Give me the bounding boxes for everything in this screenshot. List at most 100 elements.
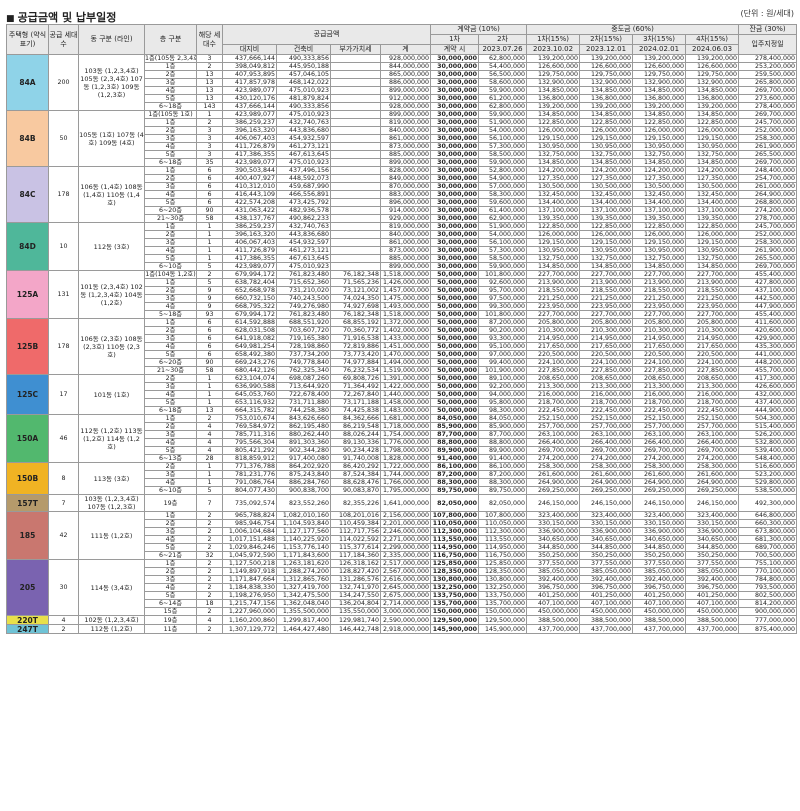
balance-cell: 437,400,000 [738, 398, 798, 407]
header-mid4-date: 2024.06.03 [685, 44, 740, 55]
land-cell: 985,946,754 [222, 519, 277, 528]
table-row: 125A 131 101동 (2,3,4호) 102동 (1,2,3,4호) 104… [6, 270, 798, 319]
vat-cell: 74,425,838 [330, 406, 381, 415]
header-supply-price: 공급금액 [221, 24, 432, 45]
mid1-cell: 263,100,000 [526, 430, 581, 439]
mid3-cell: 269,700,000 [632, 446, 687, 455]
floor-cell: 1층 [144, 318, 197, 327]
land-cell: 658,492,380 [222, 350, 277, 359]
supply-units-cell: 131 [48, 270, 79, 319]
units-cell: 4 [196, 446, 223, 455]
mid2-cell: 340,650,000 [579, 535, 634, 544]
mid4-cell: 126,000,000 [685, 230, 740, 239]
mid3-cell: 223,950,000 [632, 302, 687, 311]
floor-cell: 2층 [144, 70, 197, 79]
building-cell: 437,496,156 [276, 166, 331, 175]
contract2-cell: 58,600,000 [478, 78, 528, 87]
balance-cell: 411,600,000 [738, 318, 798, 327]
units-cell: 2 [196, 527, 223, 536]
contract1-cell: 50,000,000 [430, 350, 480, 359]
mid2-cell: 220,500,000 [579, 350, 634, 359]
building-cell: 864,202,920 [276, 462, 331, 471]
mid1-cell: 213,900,000 [526, 278, 581, 287]
mid2-cell: 124,200,000 [579, 166, 634, 175]
contract1-cell: 107,800,000 [430, 511, 480, 520]
units-cell: 90 [196, 206, 223, 215]
balance-cell: 265,800,000 [738, 78, 798, 87]
house-type-cell: 205 [6, 559, 49, 616]
units-cell: 9 [196, 294, 223, 303]
land-cell: 1,307,129,772 [222, 624, 277, 634]
house-type-cell: 220T [6, 615, 49, 625]
mid2-cell: 129,150,000 [579, 238, 634, 247]
building-cell: 468,142,022 [276, 78, 331, 87]
units-cell: 13 [196, 406, 223, 415]
mid3-cell: 263,100,000 [632, 430, 687, 439]
building-cell: 900,838,700 [276, 486, 331, 495]
units-cell: 2 [196, 62, 223, 71]
units-cell: 2 [196, 118, 223, 127]
building-cell: 762,325,340 [276, 366, 331, 375]
building-cell: 454,932,597 [276, 134, 331, 143]
mid4-cell: 217,650,000 [685, 342, 740, 351]
contract2-cell: 88,300,000 [478, 478, 528, 487]
contract1-cell: 30,000,000 [430, 222, 480, 231]
mid2-cell: 217,650,000 [579, 342, 634, 351]
total-cell: 1,433,000,000 [379, 334, 432, 343]
land-cell: 398,049,812 [222, 62, 277, 71]
contract1-cell: 30,000,000 [430, 238, 480, 247]
floor-cell: 1층 [144, 278, 197, 287]
building-cell: 1,327,419,700 [276, 583, 331, 592]
header-contract1-when: 계약 시 [430, 44, 480, 55]
units-cell: 58 [196, 366, 223, 375]
mid4-cell: 208,650,000 [685, 374, 740, 383]
balance-cell: 777,000,000 [738, 615, 798, 625]
building-cell: 722,678,400 [276, 390, 331, 399]
contract1-cell: 30,000,000 [430, 86, 480, 95]
land-cell: 417,857,978 [222, 78, 277, 87]
contract2-cell: 92,200,000 [478, 382, 528, 391]
vat-cell [330, 126, 381, 135]
units-cell: 7 [196, 494, 223, 512]
contract1-cell: 133,750,000 [430, 591, 480, 600]
units-cell: 58 [196, 214, 223, 223]
building-cell: 448,592,073 [276, 174, 331, 183]
contract2-cell: 116,750,000 [478, 551, 528, 560]
mid3-cell: 221,250,000 [632, 294, 687, 303]
building-line-cell: 112동 (1,2호) [78, 624, 145, 634]
mid4-cell: 246,150,000 [685, 494, 740, 512]
mid2-cell: 205,800,000 [579, 318, 634, 327]
vat-cell: 134,247,550 [330, 591, 381, 600]
mid1-cell: 124,200,000 [526, 166, 581, 175]
mid1-cell: 227,700,000 [526, 310, 581, 319]
mid2-cell: 266,400,000 [579, 438, 634, 447]
mid2-cell: 130,950,000 [579, 246, 634, 255]
floor-cell: 3층 [144, 430, 197, 439]
supply-units-cell: 8 [48, 462, 79, 495]
mid2-cell: 257,700,000 [579, 422, 634, 431]
units-cell: 2 [196, 583, 223, 592]
total-cell: 1,475,000,000 [379, 294, 432, 303]
contract2-cell: 133,750,000 [478, 591, 528, 600]
building-line-cell: 114동 (3,4호) [78, 559, 145, 616]
contract2-cell: 130,800,000 [478, 575, 528, 584]
land-cell: 623,104,074 [222, 374, 277, 383]
mid2-cell: 126,000,000 [579, 126, 634, 135]
mid1-cell: 132,750,000 [526, 254, 581, 263]
floor-cell: 4층 [144, 478, 197, 487]
floor-cell: 4층 [144, 190, 197, 199]
building-cell: 1,464,427,480 [276, 624, 331, 634]
vat-cell: 87,524,384 [330, 470, 381, 479]
building-cell: 715,652,360 [276, 278, 331, 287]
units-cell: 1 [196, 222, 223, 231]
floor-cell: 1층(105동 2,3,4호) [144, 54, 197, 63]
contract1-cell: 130,800,000 [430, 575, 480, 584]
floor-cell: 5층 [144, 198, 197, 207]
header-floor-group: 층 구분 [144, 24, 197, 55]
building-cell: 731,210,020 [276, 286, 331, 295]
floor-cell: 3층 [144, 382, 197, 391]
vat-cell: 114,022,592 [330, 535, 381, 544]
mid1-cell: 214,950,000 [526, 334, 581, 343]
floor-cell: 2층 [144, 326, 197, 335]
floor-cell: 6~18층 [144, 406, 197, 415]
